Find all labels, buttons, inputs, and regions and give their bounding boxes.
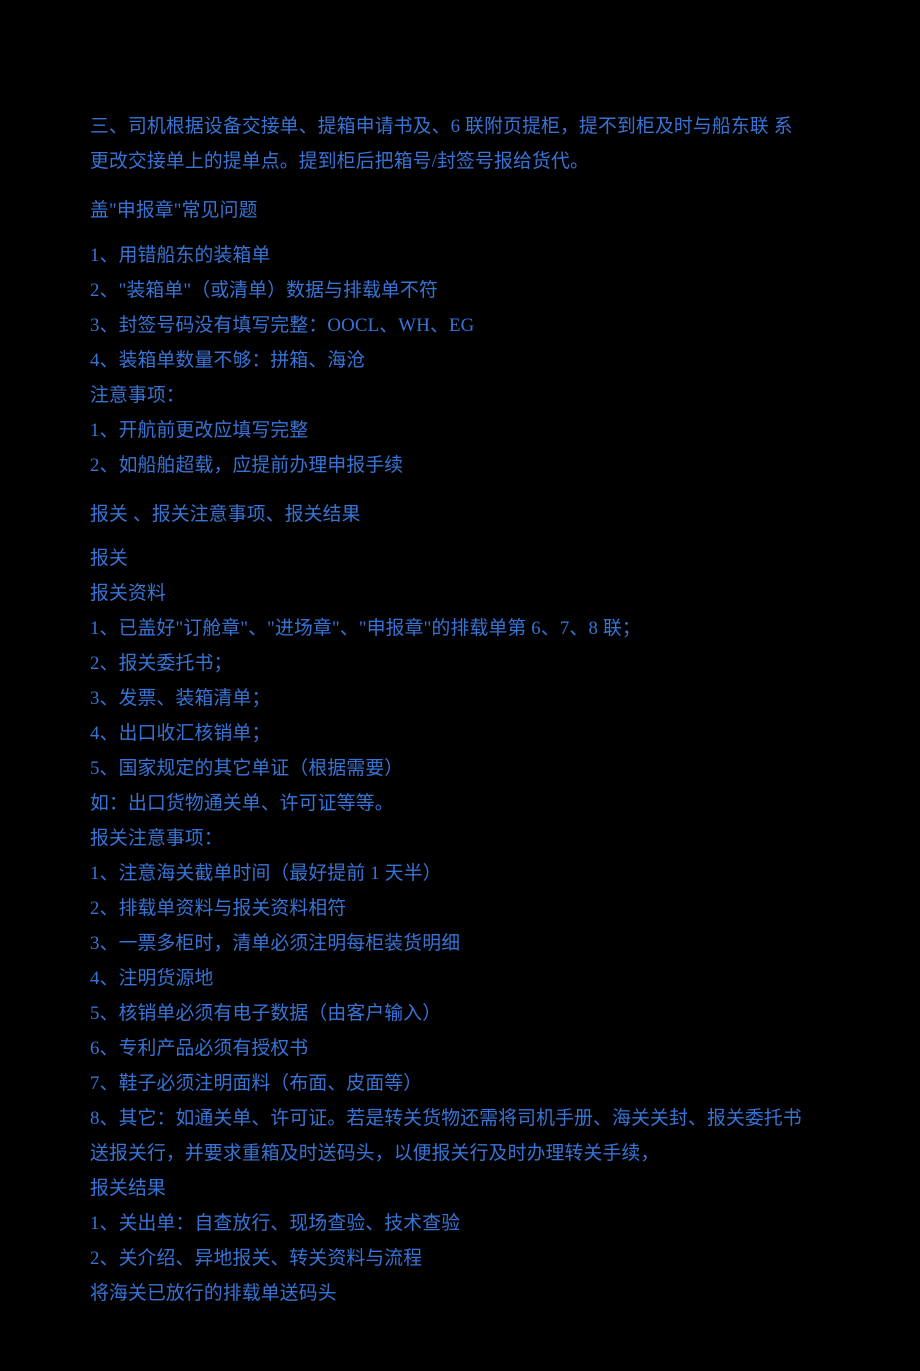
customs-note-8a: 8、其它：如通关单、许可证。若是转关货物还需将司机手册、海关关封、报关委托书 [90, 1102, 830, 1137]
heading-notes: 注意事项： [90, 379, 830, 414]
customs-note-1: 1、注意海关截单时间（最好提前 1 天半） [90, 857, 830, 892]
materials-example: 如：出口货物通关单、许可证等等。 [90, 787, 830, 822]
materials-1: 1、已盖好"订舱章"、"进场章"、"申报章"的排载单第 6、7、8 联； [90, 612, 830, 647]
customs-note-7: 7、鞋子必须注明面料（布面、皮面等） [90, 1067, 830, 1102]
document-page: 三、司机根据设备交接单、提箱申请书及、6 联附页提柜，提不到柜及时与船东联 系 … [0, 0, 920, 1371]
result-2: 2、关介绍、异地报关、转关资料与流程 [90, 1242, 830, 1277]
heading-customs-result: 报关结果 [90, 1172, 830, 1207]
customs-note-2: 2、排载单资料与报关资料相符 [90, 892, 830, 927]
customs-note-4: 4、注明货源地 [90, 962, 830, 997]
closing-line: 将海关已放行的排载单送码头 [90, 1277, 830, 1312]
heading-customs: 报关 [90, 542, 830, 577]
materials-4: 4、出口收汇核销单； [90, 717, 830, 752]
customs-note-5: 5、核销单必须有电子数据（由客户输入） [90, 997, 830, 1032]
paragraph-driver-1: 三、司机根据设备交接单、提箱申请书及、6 联附页提柜，提不到柜及时与船东联 系 [90, 110, 830, 145]
stamp-issue-1: 1、用错船东的装箱单 [90, 239, 830, 274]
heading-stamp-issues: 盖"申报章"常见问题 [90, 194, 830, 229]
materials-2: 2、报关委托书； [90, 647, 830, 682]
customs-note-6: 6、专利产品必须有授权书 [90, 1032, 830, 1067]
heading-customs-group: 报关 、报关注意事项、报关结果 [90, 498, 830, 533]
heading-customs-notes: 报关注意事项： [90, 822, 830, 857]
materials-5: 5、国家规定的其它单证（根据需要） [90, 752, 830, 787]
customs-note-3: 3、一票多柜时，清单必须注明每柜装货明细 [90, 927, 830, 962]
stamp-issue-3: 3、封签号码没有填写完整：OOCL、WH、EG [90, 309, 830, 344]
customs-note-8b: 送报关行，并要求重箱及时送码头，以便报关行及时办理转关手续， [90, 1137, 830, 1172]
heading-customs-materials: 报关资料 [90, 577, 830, 612]
materials-3: 3、发票、装箱清单； [90, 682, 830, 717]
note-1: 1、开航前更改应填写完整 [90, 414, 830, 449]
paragraph-driver-2: 更改交接单上的提单点。提到柜后把箱号/封签号报给货代。 [90, 145, 830, 180]
stamp-issue-4: 4、装箱单数量不够：拼箱、海沧 [90, 344, 830, 379]
stamp-issue-2: 2、"装箱单"（或清单）数据与排载单不符 [90, 274, 830, 309]
note-2: 2、如船舶超载，应提前办理申报手续 [90, 449, 830, 484]
result-1: 1、关出单：自查放行、现场查验、技术查验 [90, 1207, 830, 1242]
